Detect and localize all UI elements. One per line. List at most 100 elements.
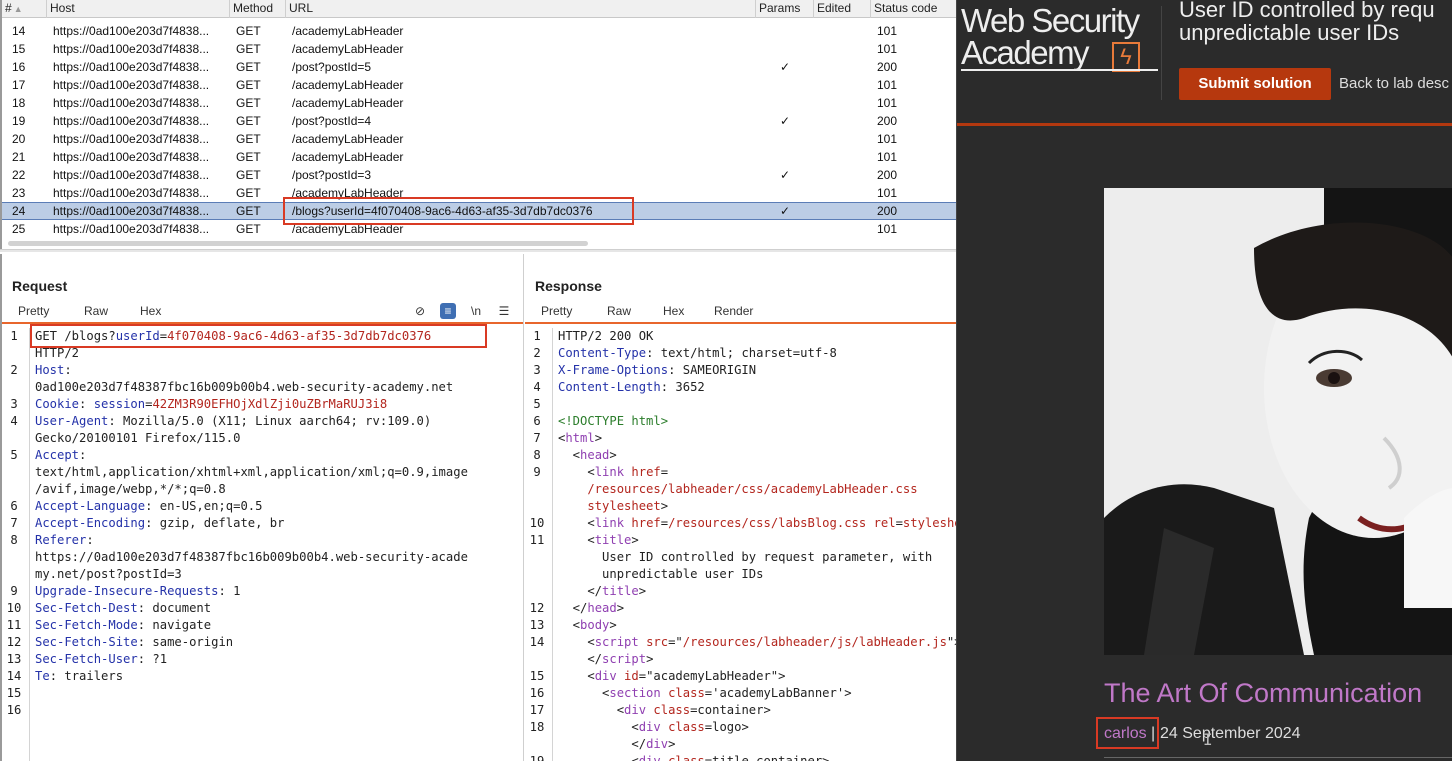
tab-hex[interactable]: Hex (140, 304, 161, 318)
cell-method: GET (236, 24, 261, 38)
cell-number: 25 (12, 222, 26, 236)
line-number: 12 (6, 635, 22, 649)
cell-url: /post?postId=4 (292, 114, 372, 128)
cell-url: /academyLabHeader (292, 150, 404, 164)
cell-host: https://0ad100e203d7f4838... (53, 42, 210, 56)
tab-raw[interactable]: Raw (607, 304, 631, 318)
horizontal-scrollbar[interactable] (8, 241, 588, 246)
post-date: 24 September 2024 (1160, 725, 1301, 742)
table-row[interactable]: 18 https://0ad100e203d7f4838... GET/academ… (2, 94, 956, 112)
line-number: 3 (10, 397, 18, 411)
tab-pretty[interactable]: Pretty (8, 304, 60, 320)
column-status[interactable]: Status code (871, 0, 956, 18)
line-number: 5 (10, 448, 18, 462)
code-line: 10 <link href=/resources/css/labsBlog.cs… (525, 515, 956, 532)
column-edited[interactable]: Edited (814, 0, 871, 18)
code-text: Accept-Language: en-US,en;q=0.5 (35, 499, 263, 513)
submit-solution-button[interactable]: Submit solution (1179, 68, 1331, 100)
code-text: Content-Length: 3652 (558, 380, 705, 394)
highlight-author (1096, 717, 1159, 749)
table-row[interactable]: 21 https://0ad100e203d7f4838... GET/academ… (2, 148, 956, 166)
line-number: 2 (533, 346, 541, 360)
splitter[interactable] (0, 249, 956, 252)
sort-up-icon: ▲ (13, 4, 23, 14)
code-line: 2 Host: (2, 362, 523, 379)
line-number: 3 (533, 363, 541, 377)
code-line: 8 <head> (525, 447, 956, 464)
menu-icon[interactable]: ☰ (496, 303, 512, 319)
code-text: HTTP/2 200 OK (558, 329, 654, 343)
text-cursor-icon: I (1203, 730, 1213, 749)
code-text: X-Frame-Options: SAMEORIGIN (558, 363, 757, 377)
line-number: 6 (533, 414, 541, 428)
table-row[interactable]: 20 https://0ad100e203d7f4838... GET/academ… (2, 130, 956, 148)
code-line: 17 <div class=container> (525, 702, 956, 719)
column-url[interactable]: URL (286, 0, 756, 18)
word-wrap-icon[interactable]: ≡ (440, 303, 456, 319)
code-line: 19 <div class=title-container> (525, 753, 956, 761)
cell-host: https://0ad100e203d7f4838... (53, 60, 210, 74)
divider-line (1104, 757, 1452, 758)
column-host[interactable]: Host (47, 0, 230, 18)
table-row[interactable]: 17 https://0ad100e203d7f4838... GET/academ… (2, 76, 956, 94)
code-text: Host: (35, 363, 72, 377)
cell-url: /academyLabHeader (292, 78, 404, 92)
table-row[interactable]: 22 https://0ad100e203d7f4838... GET/post?p… (2, 166, 956, 184)
column-number[interactable]: # ▲ (2, 0, 47, 18)
cell-status: 101 (877, 42, 898, 56)
cell-params: ✓ (779, 204, 791, 218)
code-line: 9 <link href= (525, 464, 956, 481)
table-row[interactable]: 16 https://0ad100e203d7f4838... GET/post?p… (2, 58, 956, 76)
lab-title-line-2: unpredictable user IDs (1179, 20, 1400, 45)
line-number: 7 (10, 516, 18, 530)
cell-status: 200 (877, 204, 898, 218)
code-text: <link href=/resources/css/labsBlog.css r… (558, 516, 956, 530)
line-number: 7 (533, 431, 541, 445)
code-text: Accept-Encoding: gzip, deflate, br (35, 516, 285, 530)
tab-hex[interactable]: Hex (663, 304, 684, 318)
code-line: 4 User-Agent: Mozilla/5.0 (X11; Linux aar… (2, 413, 523, 430)
browser-pane: Web Security Academy ϟ User ID controlle… (956, 0, 1452, 761)
cell-number: 24 (12, 204, 26, 218)
highlight-selected-url (283, 197, 634, 225)
column-method[interactable]: Method (230, 0, 286, 18)
tab-raw[interactable]: Raw (84, 304, 108, 318)
code-line: 7 <html> (525, 430, 956, 447)
cell-status: 101 (877, 96, 898, 110)
response-title: Response (535, 278, 602, 294)
column-params[interactable]: Params (756, 0, 814, 18)
code-text: my.net/post?postId=3 (35, 567, 182, 581)
post-title[interactable]: The Art Of Communication (1104, 678, 1422, 709)
table-row[interactable]: 19 https://0ad100e203d7f4838... GET/post?p… (2, 112, 956, 130)
back-to-lab-link[interactable]: Back to lab desc (1339, 75, 1449, 92)
code-text: <body> (558, 618, 617, 632)
tab-pretty[interactable]: Pretty (531, 304, 583, 320)
academy-logo[interactable]: Web Security Academy ϟ (961, 2, 1161, 74)
table-row[interactable]: 15 https://0ad100e203d7f4838... GET/academ… (2, 40, 956, 58)
line-number: 18 (529, 720, 545, 734)
cell-url: /post?postId=3 (292, 168, 372, 182)
newline-icon[interactable]: \n (468, 303, 484, 319)
code-line: 6 Accept-Language: en-US,en;q=0.5 (2, 498, 523, 515)
code-text: <!DOCTYPE html> (558, 414, 669, 428)
code-line: 1 HTTP/2 200 OK (525, 328, 956, 345)
code-text: </head> (558, 601, 625, 615)
code-line: 13 Sec-Fetch-User: ?1 (2, 651, 523, 668)
table-row[interactable]: 14 https://0ad100e203d7f4838... GET/academ… (2, 22, 956, 40)
hide-icon[interactable]: ⊘ (412, 303, 428, 319)
cell-method: GET (236, 132, 261, 146)
cell-host: https://0ad100e203d7f4838... (53, 222, 210, 236)
line-number: 4 (10, 414, 18, 428)
cell-number: 19 (12, 114, 26, 128)
line-number: 1 (533, 329, 541, 343)
cell-url: /post?postId=5 (292, 60, 372, 74)
cell-method: GET (236, 114, 261, 128)
line-number: 16 (529, 686, 545, 700)
code-line: 5 (525, 396, 956, 413)
cell-method: GET (236, 42, 261, 56)
code-line: </script> (525, 651, 956, 668)
tab-render[interactable]: Render (714, 304, 753, 318)
code-line: /resources/labheader/css/academyLabHeade… (525, 481, 956, 498)
lab-header: Web Security Academy ϟ User ID controlle… (957, 0, 1452, 126)
cell-host: https://0ad100e203d7f4838... (53, 78, 210, 92)
